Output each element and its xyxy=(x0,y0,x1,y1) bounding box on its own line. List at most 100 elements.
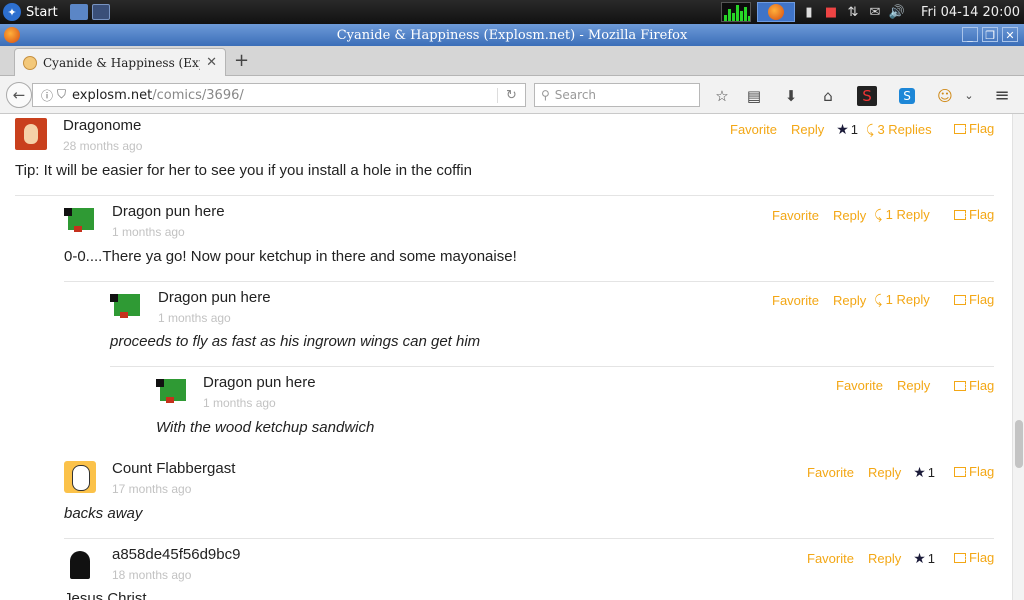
network-icon[interactable]: ⇅ xyxy=(845,4,861,20)
comment-author[interactable]: Count Flabbergast xyxy=(112,460,235,477)
back-button[interactable]: ← xyxy=(6,82,32,108)
minimize-icon[interactable]: _ xyxy=(962,27,978,42)
close-icon[interactable]: ✕ xyxy=(1002,27,1018,42)
tab-strip: Cyanide & Happiness (Exp ✕ + xyxy=(0,46,1024,76)
tab-active[interactable]: Cyanide & Happiness (Exp ✕ xyxy=(14,48,226,76)
scrollbar-thumb[interactable] xyxy=(1015,420,1023,468)
start-button[interactable]: ✦ Start xyxy=(0,0,66,24)
page-scrollbar[interactable] xyxy=(1012,114,1024,600)
reply-button[interactable]: Reply xyxy=(868,551,901,566)
greasemonkey-icon[interactable]: ☺ xyxy=(935,86,955,106)
flag-button[interactable]: Flag xyxy=(954,550,994,565)
window-titlebar[interactable]: Cyanide & Happiness (Explosm.net) - Mozi… xyxy=(0,24,1024,46)
comment-author[interactable]: Dragon pun here xyxy=(158,289,271,306)
comment-time: 17 months ago xyxy=(112,482,192,496)
comment-author[interactable]: Dragon pun here xyxy=(203,374,316,391)
replies-button[interactable]: ⤹ 1 Reply xyxy=(874,207,930,223)
replies-button[interactable]: ⤹ 3 Replies xyxy=(866,122,932,138)
flag-icon xyxy=(954,552,966,563)
favorite-button[interactable]: Favorite xyxy=(807,465,854,480)
info-icon[interactable]: ⓘ xyxy=(41,87,53,104)
reload-icon[interactable]: ↻ xyxy=(497,87,525,103)
avatar[interactable] xyxy=(110,290,142,322)
maximize-icon[interactable]: ❐ xyxy=(982,27,998,42)
avatar[interactable] xyxy=(64,461,96,493)
replies-label: 1 Reply xyxy=(885,292,930,307)
favorite-button[interactable]: Favorite xyxy=(836,378,883,393)
navigation-bar: ⓘ ⛉ explosm.net/comics/3696/ ↻ ← ⚲ Search… xyxy=(0,76,1024,114)
reading-list-icon[interactable]: ▤ xyxy=(744,86,764,106)
tab-title: Cyanide & Happiness (Exp xyxy=(43,55,201,70)
star-icon[interactable]: ★ xyxy=(913,550,926,567)
flag-label: Flag xyxy=(969,207,995,222)
reply-button[interactable]: Reply xyxy=(791,122,824,137)
stop-icon[interactable]: ■ xyxy=(823,4,839,20)
downloads-icon[interactable]: ⬇ xyxy=(781,86,801,106)
star-count: 1 xyxy=(927,551,936,566)
start-logo-icon: ✦ xyxy=(3,3,21,21)
shield-icon[interactable]: ⛉ xyxy=(57,87,66,104)
skype-icon[interactable]: S xyxy=(899,88,915,104)
flag-label: Flag xyxy=(969,378,995,393)
clock[interactable]: Fri 04-14 20:00 xyxy=(911,5,1024,20)
comment-author[interactable]: Dragon pun here xyxy=(112,203,225,220)
comment-actions: Favorite Reply ★ 1 ⤹ 3 Replies xyxy=(716,121,932,138)
extension-s-icon[interactable]: S xyxy=(857,86,877,106)
tab-close-icon[interactable]: ✕ xyxy=(206,55,217,70)
flag-button[interactable]: Flag xyxy=(954,378,994,393)
comment-time: 1 months ago xyxy=(158,311,231,325)
reply-button[interactable]: Reply xyxy=(833,293,866,308)
extension-dropdown-icon[interactable]: ⌄ xyxy=(959,86,979,106)
flag-button[interactable]: Flag xyxy=(954,121,994,136)
avatar[interactable] xyxy=(156,375,188,407)
home-icon[interactable]: ⌂ xyxy=(818,86,838,106)
firefox-task-icon[interactable] xyxy=(757,2,795,22)
divider xyxy=(15,195,994,196)
avatar[interactable] xyxy=(15,118,47,150)
cpu-graph-icon xyxy=(721,2,751,22)
comment-text: 0-0....There ya go! Now pour ketchup in … xyxy=(64,248,517,265)
desktop-icon[interactable] xyxy=(91,4,110,20)
comment-actions: Favorite Reply ⤹ 1 Reply xyxy=(758,292,930,308)
folder-icon[interactable] xyxy=(69,4,88,20)
favorite-button[interactable]: Favorite xyxy=(772,208,819,223)
favorite-button[interactable]: Favorite xyxy=(772,293,819,308)
avatar[interactable] xyxy=(64,204,96,236)
avatar[interactable] xyxy=(64,547,96,579)
reply-button[interactable]: Reply xyxy=(833,208,866,223)
comment-author[interactable]: Dragonome xyxy=(63,117,141,134)
reply-button[interactable]: Reply xyxy=(897,378,930,393)
volume-icon[interactable]: 🔊 xyxy=(889,4,905,20)
flag-label: Flag xyxy=(969,550,995,565)
comment-text: proceeds to fly as fast as his ingrown w… xyxy=(110,333,481,350)
divider xyxy=(64,281,994,282)
start-label: Start xyxy=(26,4,58,20)
flag-button[interactable]: Flag xyxy=(954,207,994,222)
flag-button[interactable]: Flag xyxy=(954,292,994,307)
new-tab-button[interactable]: + xyxy=(234,50,249,71)
flag-button[interactable]: Flag xyxy=(954,464,994,479)
menu-icon[interactable]: ≡ xyxy=(992,86,1012,106)
favorite-button[interactable]: Favorite xyxy=(730,122,777,137)
comment-author[interactable]: a858de45f56d9bc9 xyxy=(112,546,240,563)
reply-button[interactable]: Reply xyxy=(868,465,901,480)
favorite-button[interactable]: Favorite xyxy=(807,551,854,566)
star-icon[interactable]: ★ xyxy=(913,464,926,481)
comment-time: 1 months ago xyxy=(112,225,185,239)
mail-icon[interactable]: ✉ xyxy=(867,4,883,20)
battery-icon[interactable]: ▮ xyxy=(801,4,817,20)
comments-page: Dragonome 28 months ago Favorite Reply ★… xyxy=(0,114,1012,600)
flag-label: Flag xyxy=(969,121,995,136)
replies-button[interactable]: ⤹ 1 Reply xyxy=(874,292,930,308)
identity-icons[interactable]: ⓘ ⛉ xyxy=(33,87,72,104)
star-icon[interactable]: ★ xyxy=(836,121,849,138)
url-bar[interactable]: ⓘ ⛉ explosm.net/comics/3696/ ↻ xyxy=(32,83,526,107)
site-favicon-icon xyxy=(23,55,37,70)
search-icon: ⚲ xyxy=(541,88,550,102)
taskbar: ✦ Start ▮ ■ ⇅ ✉ 🔊 Fri 04-14 20:00 xyxy=(0,0,1024,24)
search-box[interactable]: ⚲ Search xyxy=(534,83,700,107)
url-path: /comics/3696/ xyxy=(152,87,244,103)
flag-icon xyxy=(954,209,966,220)
firefox-icon[interactable] xyxy=(4,27,20,43)
bookmark-star-icon[interactable]: ☆ xyxy=(712,86,732,106)
